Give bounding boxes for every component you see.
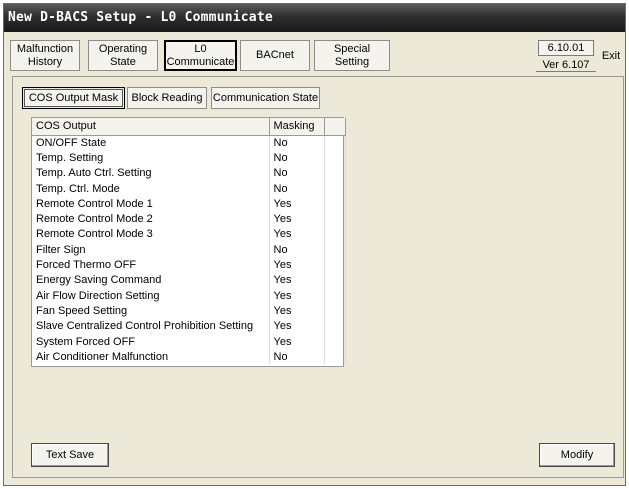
masking-cell: No — [269, 150, 325, 166]
cos-output-cell: Remote Control Mode 1 — [32, 196, 270, 212]
cos-output-cell: Temp. Auto Ctrl. Setting — [32, 165, 270, 181]
bacnet-button[interactable]: BACnet — [240, 40, 310, 71]
masking-cell: No — [269, 349, 325, 365]
table-row[interactable]: Forced Thermo OFF Yes — [32, 257, 346, 273]
special-setting-button[interactable]: Special Setting — [314, 40, 390, 71]
cos-output-cell: System Forced OFF — [32, 333, 270, 350]
cos-output-cell: Forced Thermo OFF — [32, 257, 270, 273]
version-number: 6.10.01 — [538, 40, 594, 56]
l0-communicate-label-line2: Communicate — [166, 55, 235, 68]
masking-cell: Yes — [269, 287, 325, 304]
table-row[interactable]: System Forced OFF Yes — [32, 333, 346, 350]
table-row[interactable]: Temp. Setting No — [32, 150, 346, 166]
cos-output-cell: ON/OFF State — [32, 135, 270, 151]
table-row[interactable]: Temp. Ctrl. Mode No — [32, 180, 346, 197]
malfunction-history-button[interactable]: Malfunction History — [10, 40, 80, 71]
operating-state-label-line2: State — [110, 55, 136, 68]
l0-communicate-button[interactable]: L0 Communicate — [164, 40, 237, 71]
table-header-row: COS Output Masking — [32, 118, 346, 136]
l0-communicate-label-line1: L0 — [194, 42, 207, 55]
cos-output-cell: Remote Control Mode 2 — [32, 211, 270, 227]
bacnet-label: BACnet — [256, 49, 294, 61]
column-header-empty — [324, 118, 346, 136]
operating-state-button[interactable]: Operating State — [88, 40, 158, 71]
special-setting-label-line1: Special — [333, 42, 371, 55]
special-setting-label-line2: Setting — [334, 55, 370, 68]
masking-cell: No — [269, 180, 325, 197]
cos-output-cell: Temp. Setting — [32, 150, 270, 166]
cos-output-cell: Remote Control Mode 3 — [32, 226, 270, 243]
table-row[interactable]: Air Conditioner Malfunction No — [32, 349, 346, 365]
exit-button[interactable]: Exit — [598, 48, 624, 64]
table-row[interactable]: Remote Control Mode 3 Yes — [32, 226, 346, 243]
version-label: Ver 6.107 — [536, 58, 596, 72]
masking-cell: Yes — [269, 211, 325, 227]
table-row[interactable]: ON/OFF State No — [32, 135, 346, 151]
tab-block-reading[interactable]: Block Reading — [127, 87, 207, 109]
masking-cell: Yes — [269, 333, 325, 350]
masking-cell: Yes — [269, 272, 325, 288]
tab-communication-state[interactable]: Communication State — [211, 87, 320, 109]
text-save-button[interactable]: Text Save — [31, 443, 109, 467]
cos-output-table: COS Output Masking ON/OFF State No Temp. … — [31, 117, 346, 367]
cos-output-cell: Temp. Ctrl. Mode — [32, 180, 270, 197]
column-header-cos-output[interactable]: COS Output — [32, 118, 270, 136]
column-header-masking[interactable]: Masking — [269, 118, 325, 136]
cos-output-cell: Filter Sign — [32, 242, 270, 258]
cos-output-cell: Air Conditioner Malfunction — [32, 349, 270, 365]
cos-output-cell: Air Flow Direction Setting — [32, 287, 270, 304]
table-row[interactable]: Fan Speed Setting Yes — [32, 303, 346, 319]
masking-cell: Yes — [269, 257, 325, 273]
malfunction-history-label-line1: Malfunction — [16, 42, 74, 55]
malfunction-history-label-line2: History — [27, 55, 63, 68]
operating-state-label-line1: Operating — [98, 42, 148, 55]
table-row[interactable]: Remote Control Mode 2 Yes — [32, 211, 346, 227]
masking-cell: Yes — [269, 226, 325, 243]
table-row[interactable]: Energy Saving Command Yes — [32, 272, 346, 288]
cos-output-cell: Energy Saving Command — [32, 272, 270, 288]
content-panel: COS Output Mask Block Reading Communicat… — [12, 76, 624, 478]
masking-cell: Yes — [269, 196, 325, 212]
tab-cos-output-mask[interactable]: COS Output Mask — [22, 87, 125, 109]
masking-cell: No — [269, 165, 325, 181]
modify-button[interactable]: Modify — [539, 443, 615, 467]
cos-output-cell: Fan Speed Setting — [32, 303, 270, 319]
masking-cell: Yes — [269, 303, 325, 319]
table-row[interactable]: Filter Sign No — [32, 242, 346, 258]
app-window: New D-BACS Setup - L0 Communicate Malfun… — [3, 3, 626, 486]
cos-output-cell: Slave Centralized Control Prohibition Se… — [32, 318, 270, 334]
masking-cell: Yes — [269, 318, 325, 334]
masking-cell: No — [269, 242, 325, 258]
table-row[interactable]: Air Flow Direction Setting Yes — [32, 287, 346, 304]
window-title: New D-BACS Setup - L0 Communicate — [4, 4, 625, 32]
table-row[interactable]: Temp. Auto Ctrl. Setting No — [32, 165, 346, 181]
table-row[interactable]: Slave Centralized Control Prohibition Se… — [32, 318, 346, 334]
masking-cell: No — [269, 135, 325, 151]
table-row[interactable]: Remote Control Mode 1 Yes — [32, 196, 346, 212]
